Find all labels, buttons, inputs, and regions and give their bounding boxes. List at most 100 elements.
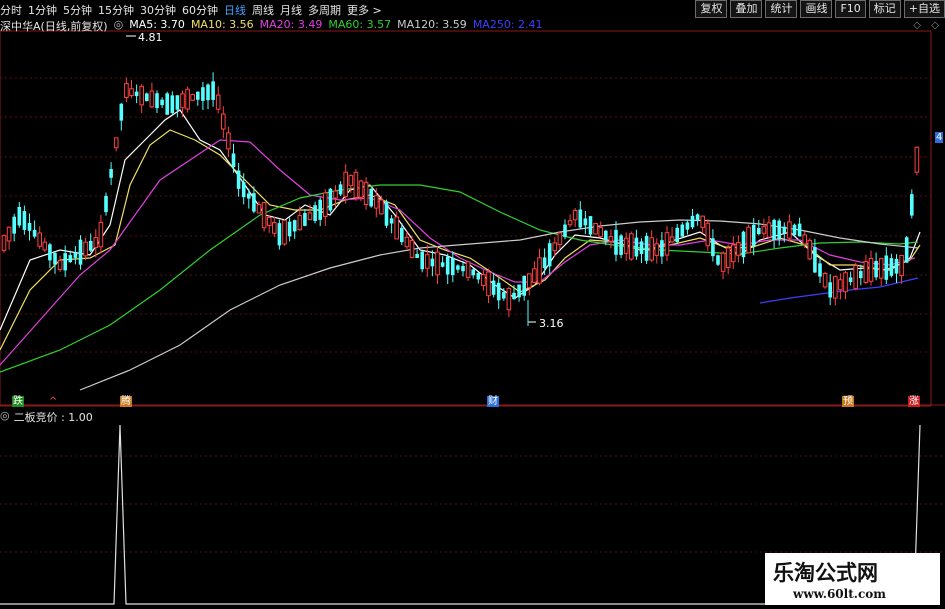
toolbar-button-6[interactable]: +自选 — [903, 0, 945, 18]
marker-teng[interactable]: 腾 — [120, 396, 132, 407]
candlesticks — [1, 35, 920, 326]
candle-body-110 — [563, 224, 567, 237]
candle-body-102 — [522, 275, 526, 296]
toolbar-button-1[interactable]: 叠加 — [730, 0, 763, 18]
candle-body-146 — [746, 226, 751, 254]
candle-body-114 — [583, 218, 588, 226]
candle-body-55 — [282, 219, 287, 245]
candle-body-71 — [363, 181, 369, 206]
ma-value-1: MA10: 3.56 — [190, 18, 254, 31]
candle-body-75 — [384, 202, 389, 226]
marker-yu[interactable]: 预 — [842, 396, 854, 407]
tab-0[interactable]: 分时 — [0, 2, 22, 18]
candle-body-48 — [247, 193, 251, 199]
diamond-icon[interactable]: ◇ — [913, 20, 921, 31]
candle-body-60 — [307, 212, 313, 221]
candle-body-87 — [445, 256, 450, 275]
toolbar-button-5[interactable]: 标记 — [868, 0, 901, 18]
candle-body-93 — [476, 272, 481, 280]
candle-body-90 — [461, 265, 465, 272]
candle-body-107 — [547, 243, 552, 267]
candle-body-141 — [720, 252, 726, 272]
toolbar-button-4[interactable]: F10 — [835, 0, 866, 18]
candle-body-97 — [496, 282, 501, 301]
candle-body-49 — [252, 193, 256, 212]
candle-body-116 — [593, 222, 598, 235]
ma-value-2: MA20: 3.49 — [259, 18, 323, 31]
diamond-icon-2[interactable]: ◇ — [931, 20, 939, 31]
candle-body-176 — [899, 254, 904, 277]
indicator-label: 二板竞价 : 1.00 — [13, 411, 93, 424]
tab-4[interactable]: 30分钟 — [140, 2, 176, 18]
tab-3[interactable]: 15分钟 — [98, 2, 134, 18]
candle-body-120 — [614, 229, 618, 255]
candle-body-16 — [83, 241, 88, 257]
candle-body-45 — [231, 153, 236, 168]
watermark-title: 乐淘公式网 — [773, 560, 878, 585]
indicator-icon[interactable]: ◎ — [0, 409, 10, 425]
tool-buttons: 复权 叠加 统计 画线 F10 标记 +自选 — [692, 0, 945, 18]
candle-body-115 — [588, 216, 593, 235]
candle-body-77 — [394, 216, 399, 240]
toolbar-button-0[interactable]: 复权 — [695, 0, 728, 18]
ma-value-5: MA250: 2.41 — [472, 18, 543, 31]
candle-body-175 — [894, 258, 899, 274]
candle-body-40 — [206, 84, 210, 101]
candle-body-163 — [833, 276, 838, 299]
candle-body-170 — [868, 257, 874, 282]
candle-body-151 — [772, 219, 776, 241]
candle-body-99 — [506, 288, 512, 311]
candle-body-166 — [848, 277, 853, 282]
candle-body-31 — [160, 99, 164, 106]
period-tabs: 分时 1分钟 5分钟 15分钟 30分钟 60分钟 日线 周线 月线 多周期 更多 > — [0, 2, 388, 18]
candle-body-11 — [57, 259, 63, 271]
candle-body-66 — [338, 184, 343, 195]
tab-5[interactable]: 60分钟 — [182, 2, 218, 18]
candle-body-83 — [425, 254, 430, 269]
candle-body-158 — [807, 239, 813, 260]
marker-caret[interactable]: ^ — [48, 396, 58, 407]
candle-body-50 — [256, 204, 262, 214]
candle-body-92 — [471, 269, 475, 276]
candle-body-106 — [542, 257, 547, 269]
candle-body-128 — [654, 243, 660, 256]
toolbar-button-3[interactable]: 画线 — [800, 0, 833, 18]
watermark-url: www.60lt.com — [793, 587, 886, 601]
candle-body-155 — [792, 224, 797, 236]
candle-body-133 — [680, 224, 685, 237]
candle-body-112 — [572, 209, 578, 221]
candle-body-39 — [201, 87, 205, 101]
candle-body-108 — [552, 242, 558, 252]
marker-zhang[interactable]: 涨 — [908, 396, 920, 407]
candle-body-65 — [333, 190, 338, 199]
candle-body-25 — [129, 88, 134, 97]
candle-body-124 — [634, 237, 639, 257]
marker-die[interactable]: 跌 — [12, 396, 24, 407]
candle-body-130 — [664, 232, 670, 256]
stock-title: 深中华A(日线,前复权) — [0, 20, 108, 33]
settings-icon[interactable]: ◎ — [114, 18, 124, 32]
kline-chart[interactable] — [0, 0, 945, 609]
candle-body-13 — [68, 255, 73, 263]
candle-body-24 — [124, 82, 129, 98]
candle-body-56 — [287, 221, 292, 237]
candle-body-127 — [649, 237, 655, 261]
marker-cai[interactable]: 财 — [487, 396, 499, 407]
candle-body-61 — [313, 205, 317, 221]
candle-body-79 — [404, 236, 410, 248]
candle-body-103 — [527, 273, 532, 289]
candle-body-70 — [358, 180, 364, 198]
tab-1[interactable]: 1分钟 — [28, 2, 57, 18]
tab-6[interactable]: 日线 — [224, 2, 246, 18]
tab-2[interactable]: 5分钟 — [63, 2, 92, 18]
candle-body-54 — [277, 223, 282, 246]
watermark-logo: 乐淘公式网 www.60lt.com — [765, 553, 940, 605]
candle-body-30 — [155, 93, 159, 109]
tab-10[interactable]: 更多 > — [347, 2, 382, 18]
toolbar-button-2[interactable]: 统计 — [765, 0, 798, 18]
candle-body-78 — [400, 227, 404, 243]
candle-body-121 — [619, 235, 623, 255]
tab-7[interactable]: 周线 — [252, 2, 274, 18]
tab-8[interactable]: 月线 — [280, 2, 302, 18]
tab-9[interactable]: 多周期 — [308, 2, 341, 18]
